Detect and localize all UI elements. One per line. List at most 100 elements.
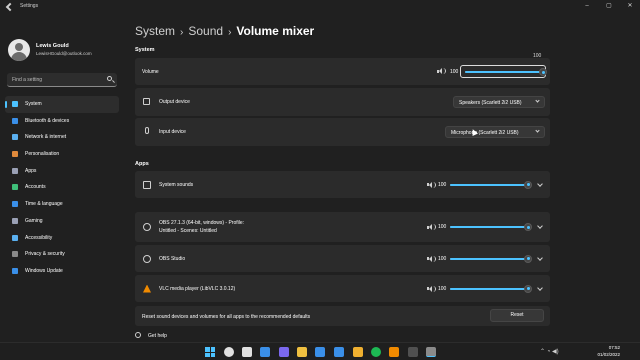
apps-icon (12, 167, 18, 174)
start-logo-tile (205, 352, 210, 357)
bluetooth-icon (12, 117, 18, 124)
avatar-body (11, 52, 27, 61)
app-name-line2: Untitled - Scenes: Untitled (159, 228, 217, 234)
app-volume-value: 100 (438, 224, 447, 230)
breadcrumb-sound[interactable]: Sound (188, 24, 223, 38)
search-icon[interactable] (224, 347, 234, 357)
expand-chevron-icon[interactable] (537, 223, 543, 229)
master-volume-slider[interactable] (465, 68, 547, 76)
tray-icons[interactable]: ⌃ ◔ ◀) (540, 348, 559, 355)
sidebar-nav: System Bluetooth & devices Network & inter… (5, 96, 119, 280)
settings-icon[interactable] (426, 347, 436, 357)
avatar[interactable] (8, 39, 30, 61)
breadcrumb-system[interactable]: System (135, 24, 175, 38)
avatar-head (15, 43, 23, 51)
input-device-card: Input device Microphone (Scarlett 2i2 US… (135, 118, 550, 146)
sidebar-item-label: Privacy & security (25, 251, 65, 258)
system-section-heading: System (135, 47, 155, 53)
sidebar-item-personalisation[interactable]: Personalisation (5, 146, 119, 163)
wifi-icon (12, 134, 18, 141)
master-volume-thumb[interactable] (539, 68, 547, 76)
spotify-icon[interactable] (371, 347, 381, 357)
app-volume-slider[interactable] (450, 180, 532, 189)
title-bar: Settings – ▢ ✕ (0, 0, 640, 14)
update-icon (12, 267, 18, 274)
app-volume-value: 100 (438, 285, 447, 292)
reset-button[interactable]: Reset (490, 309, 544, 322)
app-volume-row: System sounds 100 (135, 171, 550, 198)
speaker-low-icon[interactable] (427, 181, 436, 188)
sidebar: Lewis Gould LewisHGould@outlook.com Find… (0, 14, 122, 342)
app-name: VLC media player (LibVLC 3.0.12) (159, 285, 236, 292)
app-volume-thumb[interactable] (524, 223, 532, 231)
vlc-icon (143, 284, 151, 293)
task-view-icon[interactable] (242, 347, 252, 357)
system-icon (12, 101, 18, 107)
speaker-icon[interactable] (427, 255, 436, 262)
shield-icon (12, 251, 18, 258)
sidebar-item-accounts[interactable]: Accounts (5, 179, 119, 196)
close-button[interactable]: ✕ (624, 2, 636, 11)
settings-window: Settings – ▢ ✕ Lewis Gould LewisHGould@o… (0, 0, 640, 342)
sidebar-item-label: Accounts (25, 184, 46, 191)
chevron-down-icon (535, 98, 540, 103)
chat-icon[interactable] (279, 347, 289, 357)
start-button[interactable] (205, 347, 215, 357)
file-explorer-icon[interactable] (297, 347, 307, 357)
app-volume-row: VLC media player (LibVLC 3.0.12) 100 (135, 275, 550, 302)
sidebar-item-privacy-security[interactable]: Privacy & security (5, 246, 119, 263)
mail-icon[interactable] (334, 347, 344, 357)
microphone-icon (145, 127, 149, 134)
sidebar-item-apps[interactable]: Apps (5, 163, 119, 180)
sidebar-item-system[interactable]: System (5, 96, 119, 113)
app-volume-slider[interactable] (450, 284, 532, 293)
output-device-card: Output device Speakers (Scarlett 2i2 USB… (135, 88, 550, 116)
expand-chevron-icon[interactable] (537, 284, 543, 291)
store-icon[interactable] (315, 347, 325, 357)
sidebar-item-label: Personalisation (25, 151, 60, 158)
breadcrumb: System › Sound › Volume mixer (135, 24, 314, 38)
back-arrow-icon[interactable] (5, 2, 15, 12)
app-volume-thumb[interactable] (524, 180, 532, 189)
input-device-label: Input device (159, 129, 186, 135)
app-volume-value: 100 (438, 255, 447, 262)
speaker-icon[interactable] (427, 224, 436, 230)
app-volume-row: OBS 27.1.3 (64-bit, windows) - Profile: U… (135, 212, 550, 242)
sidebar-item-network-internet[interactable]: Network & internet (5, 129, 119, 146)
app-volume-thumb[interactable] (524, 254, 532, 263)
sidebar-item-label: Accessibility (25, 234, 53, 241)
search-icon[interactable] (107, 76, 112, 81)
output-device-dropdown[interactable]: Speakers (Scarlett 2i2 USB) (453, 96, 545, 108)
chrome-icon[interactable] (353, 347, 363, 357)
expand-chevron-icon[interactable] (537, 254, 543, 261)
breadcrumb-separator: › (228, 27, 232, 38)
speaker-icon[interactable] (437, 68, 446, 74)
breadcrumb-separator: › (180, 27, 184, 38)
obs-icon[interactable] (408, 347, 418, 357)
sidebar-item-windows-update[interactable]: Windows Update (5, 263, 119, 280)
sidebar-item-time-language[interactable]: Time & language (5, 196, 119, 213)
widgets-icon[interactable] (260, 347, 270, 357)
sidebar-item-accessibility[interactable]: Accessibility (5, 230, 119, 247)
sidebar-item-label: Time & language (25, 201, 63, 208)
speaker-icon[interactable] (427, 285, 436, 292)
sidebar-item-label: Network & internet (25, 134, 67, 141)
speaker-device-icon (143, 98, 150, 105)
app-volume-slider[interactable] (450, 223, 532, 231)
minimize-button[interactable]: – (581, 2, 593, 11)
maximize-button[interactable]: ▢ (603, 2, 615, 11)
app-name: System sounds (159, 181, 194, 188)
app-volume-thumb[interactable] (524, 284, 532, 293)
clock-time[interactable]: 07:52 (594, 345, 620, 350)
search-input[interactable]: Find a setting (7, 73, 117, 87)
app-volume-slider[interactable] (450, 254, 532, 263)
vlc-icon[interactable] (389, 347, 399, 357)
input-device-dropdown[interactable]: Microphone (Scarlett 2i2 USB) (445, 126, 545, 138)
help-icon (135, 332, 141, 338)
sidebar-item-bluetooth-devices[interactable]: Bluetooth & devices (5, 113, 119, 130)
expand-chevron-icon[interactable] (537, 180, 543, 187)
app-volume-fill (450, 287, 528, 290)
clock-date[interactable]: 01/02/2022 (594, 352, 620, 357)
sidebar-item-gaming[interactable]: Gaming (5, 213, 119, 230)
person-icon (12, 184, 18, 191)
